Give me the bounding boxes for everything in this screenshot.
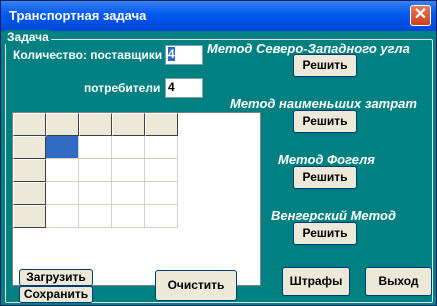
grid-cell[interactable] [46,136,79,159]
grid-header-cell [13,159,46,182]
solve-vogel-button[interactable]: Решить [293,166,357,189]
grid-header-cell [13,182,46,205]
grid-header-cell [13,136,46,159]
grid-cell[interactable] [145,136,178,159]
close-icon: ✕ [413,6,428,23]
grid-header-cell [145,113,178,136]
grid-cell[interactable] [46,182,79,205]
grid-cell[interactable] [79,205,112,228]
penalties-button[interactable]: Штрафы [282,267,350,296]
method-least-cost-title: Метод наименьших затрат [230,96,417,111]
task-group-label: Задача [5,30,51,44]
grid-cell[interactable] [46,159,79,182]
exit-button[interactable]: Выход [365,267,432,296]
load-label: Загрузить [26,270,86,284]
grid-cell[interactable] [145,159,178,182]
load-button[interactable]: Загрузить [19,269,93,286]
clear-label: Очистить [167,278,225,292]
window-title: Транспортная задача [9,8,147,23]
save-label: Сохранить [23,287,89,301]
suppliers-label: Количество: поставщики [13,48,163,62]
save-button[interactable]: Сохранить [19,286,93,303]
penalties-label: Штрафы [289,274,343,288]
main-window: Транспортная задача ✕ Задача Количество:… [0,0,437,306]
solve-hungarian-button[interactable]: Решить [293,222,357,245]
grid-header-cell [79,113,112,136]
consumers-label: потребители [84,81,161,95]
solve-nw-label: Решить [302,58,348,72]
solve-least-cost-label: Решить [302,114,348,128]
cost-matrix-grid[interactable] [12,112,261,286]
solve-nw-button[interactable]: Решить [293,54,357,77]
solve-hungarian-label: Решить [302,226,348,240]
grid-cell[interactable] [112,159,145,182]
title-bar[interactable]: Транспортная задача ✕ [1,1,436,31]
solve-vogel-label: Решить [302,170,348,184]
consumers-value: 4 [168,80,175,94]
grid-cell[interactable] [79,136,112,159]
method-vogel-title: Метод Фогеля [278,152,375,167]
grid-cell[interactable] [79,182,112,205]
grid-cell[interactable] [145,205,178,228]
grid-header-cell [13,205,46,228]
suppliers-input[interactable]: 4 [165,45,203,65]
suppliers-value: 4 [168,47,175,61]
grid-cell[interactable] [112,136,145,159]
exit-label: Выход [378,274,419,288]
consumers-input[interactable]: 4 [165,78,203,98]
grid-header-cell [46,113,79,136]
grid-cell[interactable] [46,205,79,228]
grid-cell[interactable] [112,182,145,205]
grid-header-cell [13,113,46,136]
method-hungarian-title: Венгерский Метод [271,208,396,223]
close-button[interactable]: ✕ [410,5,431,26]
grid-cell[interactable] [112,205,145,228]
grid-cell[interactable] [145,182,178,205]
clear-button[interactable]: Очистить [155,270,237,301]
solve-least-cost-button[interactable]: Решить [293,110,357,133]
grid-header-cell [112,113,145,136]
grid-cell[interactable] [79,159,112,182]
